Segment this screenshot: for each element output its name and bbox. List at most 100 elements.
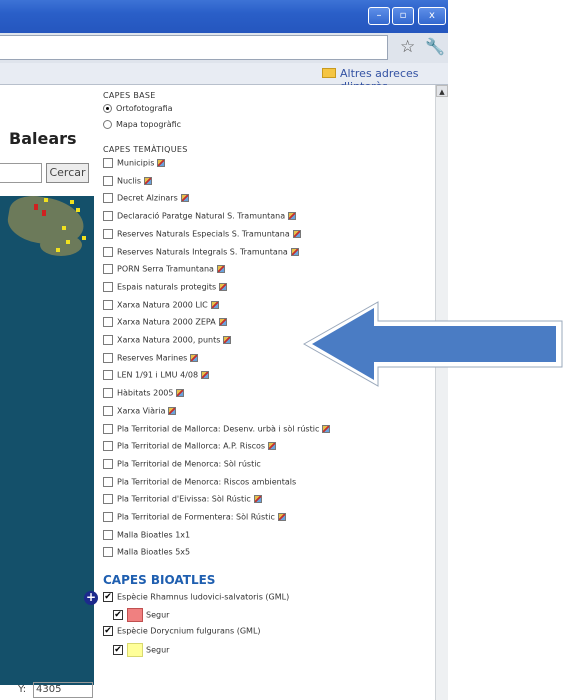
legend-icon[interactable] — [223, 336, 232, 344]
checkbox[interactable] — [103, 441, 113, 452]
search-button[interactable]: Cercar — [46, 163, 89, 183]
checkbox[interactable] — [103, 388, 113, 399]
address-row: ☆ 🔧 — [0, 33, 448, 63]
legend-icon[interactable] — [277, 513, 286, 521]
checkbox[interactable] — [103, 405, 113, 416]
page-content: Balears Cercar + Y: 4305 CAPES BASE Orto… — [0, 85, 563, 700]
layer-checkbox-row[interactable]: Malla Bioatles 1x1 — [103, 529, 190, 543]
checkbox[interactable] — [103, 626, 113, 636]
legend-icon[interactable] — [216, 265, 225, 274]
address-bar[interactable] — [0, 35, 388, 60]
base-layer-option[interactable]: Ortofotografia — [103, 104, 173, 117]
layer-checkbox-row[interactable]: Xarxa Natura 2000, punts — [103, 335, 232, 348]
star-icon[interactable]: ☆ — [400, 37, 415, 57]
legend-icon[interactable] — [201, 371, 210, 380]
legend-icon[interactable] — [268, 442, 277, 451]
legend-icon[interactable] — [176, 389, 185, 398]
layer-checkbox-row[interactable]: Espais naturals protegits — [103, 281, 228, 295]
checkbox[interactable] — [103, 335, 113, 345]
checkbox[interactable] — [103, 281, 113, 292]
layer-checkbox-row[interactable]: Municipis — [103, 158, 166, 171]
legend-icon[interactable] — [288, 212, 297, 221]
checkbox[interactable] — [103, 458, 113, 469]
legend-icon[interactable] — [322, 424, 331, 433]
layer-checkbox-row[interactable]: Pla Territorial de Mallorca: Desenv. urb… — [103, 423, 331, 437]
layer-checkbox-row[interactable]: Xarxa Natura 2000 ZEPA — [103, 317, 227, 330]
layer-checkbox-row[interactable]: Pla Territorial de Menorca: Sòl rústic — [103, 458, 261, 472]
search-input[interactable] — [0, 163, 42, 183]
legend-icon[interactable] — [218, 318, 227, 327]
species-legend-row[interactable]: Segur — [113, 608, 169, 622]
checkbox[interactable] — [103, 317, 113, 328]
checkbox[interactable] — [103, 512, 113, 522]
layer-checkbox-row[interactable]: Malla Bioatles 5x5 — [103, 547, 190, 560]
layer-label: Espais naturals protegits — [117, 282, 217, 292]
checkbox[interactable] — [103, 158, 113, 168]
layer-label: Hàbitats 2005 — [117, 388, 174, 398]
layer-checkbox-row[interactable]: Pla Territorial de Formentera: Sòl Rústi… — [103, 512, 286, 525]
scroll-up-arrow[interactable]: ▲ — [436, 85, 448, 97]
layer-label: Xarxa Natura 2000 LIC — [117, 300, 208, 310]
maximize-button[interactable]: ▫ — [392, 7, 414, 25]
base-layer-option[interactable]: Mapa topogràfic — [103, 120, 181, 133]
map-marker — [82, 236, 86, 240]
checkbox[interactable] — [103, 211, 113, 222]
layer-checkbox-row[interactable]: Nuclis — [103, 175, 153, 189]
checkbox[interactable] — [103, 299, 113, 310]
layer-checkbox-row[interactable]: Reserves Marines — [103, 352, 199, 366]
bioatles-header: CAPES BIOATLES — [103, 573, 216, 587]
checkbox[interactable] — [103, 193, 113, 204]
layer-checkbox-row[interactable]: PORN Serra Tramuntana — [103, 264, 225, 277]
checkbox[interactable] — [103, 352, 113, 363]
checkbox[interactable] — [103, 494, 113, 505]
close-button[interactable]: x — [418, 7, 446, 25]
minimize-button[interactable]: – — [368, 7, 390, 25]
wrench-icon[interactable]: 🔧 — [425, 37, 445, 56]
layer-checkbox-row[interactable]: Pla Territorial de Menorca: Riscos ambie… — [103, 476, 296, 490]
checkbox[interactable] — [103, 246, 113, 257]
legend-icon[interactable] — [157, 159, 166, 167]
y-input[interactable]: 4305 — [33, 682, 93, 698]
layer-checkbox-row[interactable]: Reserves Naturals Especials S. Tramuntan… — [103, 228, 301, 242]
layer-checkbox-row[interactable]: Declaració Paratge Natural S. Tramuntana — [103, 211, 297, 224]
radio-button[interactable] — [103, 104, 112, 113]
legend-icon[interactable] — [144, 176, 153, 185]
scrollbar[interactable]: ▲ — [435, 85, 448, 700]
checkbox[interactable] — [113, 610, 123, 620]
checkbox[interactable] — [103, 592, 113, 602]
layer-checkbox-row[interactable]: Pla Territorial de Mallorca: A.P. Riscos — [103, 441, 277, 454]
layer-label: Xarxa Natura 2000, punts — [117, 335, 221, 345]
checkbox[interactable] — [103, 228, 113, 239]
checkbox[interactable] — [103, 529, 113, 540]
species-legend-row[interactable]: Segur — [113, 643, 169, 657]
checkbox[interactable] — [103, 370, 113, 381]
legend-icon[interactable] — [290, 247, 299, 256]
legend-icon[interactable] — [219, 282, 228, 291]
legend-icon[interactable] — [180, 194, 189, 203]
legend-icon[interactable] — [210, 300, 219, 309]
page-title: Balears — [9, 129, 77, 148]
legend-icon[interactable] — [253, 495, 262, 504]
color-swatch — [127, 643, 143, 657]
layer-checkbox-row[interactable]: Xarxa Natura 2000 LIC — [103, 299, 219, 313]
legend-icon[interactable] — [292, 229, 301, 238]
layer-label: Pla Territorial de Mallorca: Desenv. urb… — [117, 424, 320, 433]
species-row[interactable]: Espècie Dorycnium fulgurans (GML) — [103, 626, 261, 639]
layer-checkbox-row[interactable]: Pla Territorial d'Eivissa: Sòl Rústic — [103, 494, 262, 507]
map-view[interactable] — [0, 191, 94, 685]
radio-button[interactable] — [103, 120, 112, 129]
checkbox[interactable] — [103, 423, 113, 434]
checkbox[interactable] — [103, 175, 113, 186]
species-row[interactable]: Espècie Rhamnus ludovici-salvatoris (GML… — [103, 592, 289, 605]
legend-icon[interactable] — [190, 353, 199, 362]
legend-icon[interactable] — [168, 406, 177, 415]
checkbox[interactable] — [103, 547, 113, 558]
layer-checkbox-row[interactable]: Hàbitats 2005 — [103, 388, 185, 401]
layer-checkbox-row[interactable]: Decret Alzinars — [103, 193, 189, 206]
layer-checkbox-row[interactable]: LEN 1/91 i LMU 4/08 — [103, 370, 210, 383]
layer-checkbox-row[interactable]: Xarxa Viària — [103, 405, 177, 419]
checkbox[interactable] — [103, 476, 113, 487]
checkbox[interactable] — [103, 264, 113, 275]
layer-checkbox-row[interactable]: Reserves Naturals Integrals S. Tramuntan… — [103, 246, 299, 260]
checkbox[interactable] — [113, 645, 123, 655]
